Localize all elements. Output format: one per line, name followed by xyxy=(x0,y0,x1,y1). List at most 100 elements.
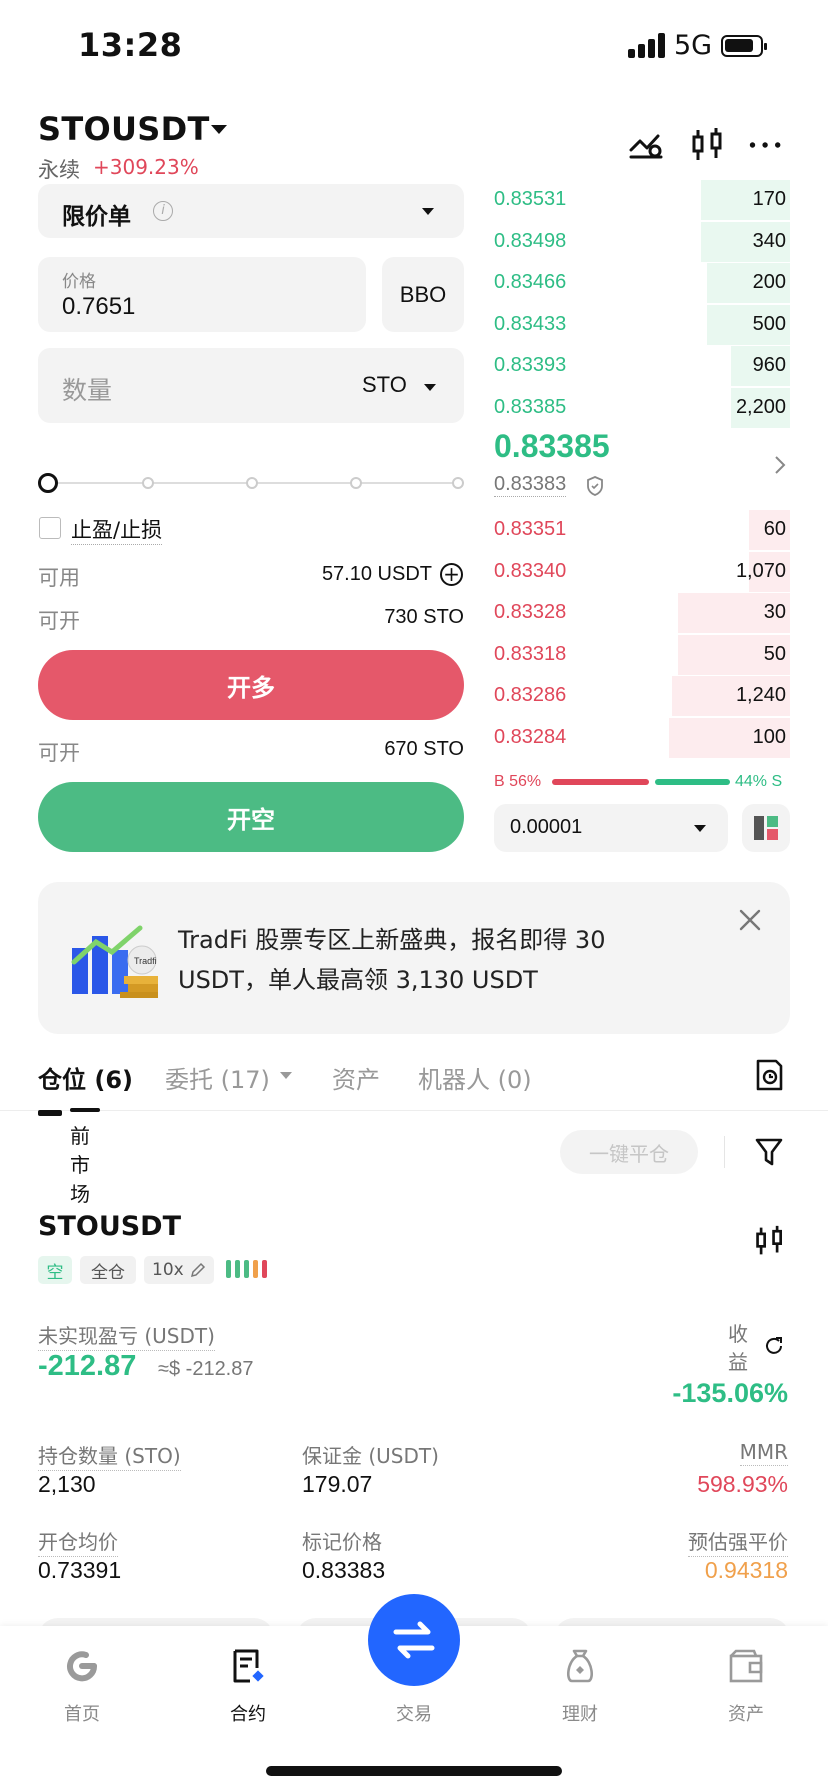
home-indicator xyxy=(266,1766,562,1776)
contract-icon[interactable] xyxy=(230,1648,266,1684)
candlestick-icon[interactable] xyxy=(690,128,726,162)
sell-ratio: 44% S xyxy=(735,773,783,790)
close-all-button[interactable]: 一键平仓 xyxy=(560,1130,698,1174)
divider xyxy=(724,1136,725,1168)
tab-bots[interactable]: 机器人 (0) xyxy=(418,1060,532,1095)
chart-trend-icon[interactable] xyxy=(628,128,664,162)
info-icon[interactable]: i xyxy=(153,201,173,221)
order-type-select[interactable]: 限价单 i xyxy=(38,184,464,238)
mmr-label[interactable]: MMR xyxy=(739,1440,788,1466)
roi-label[interactable]: 收益 xyxy=(726,1320,750,1377)
price-change: +309.23% xyxy=(93,155,199,179)
promo-banner[interactable]: Tradfi TradFi 股票专区上新盛典，报名即得 30 USDT，单人最高… xyxy=(38,882,790,1034)
tab-orders[interactable]: 委托 (17) xyxy=(165,1060,270,1095)
ask-price: 0.83531 xyxy=(494,188,567,210)
bid-quantity: 100 xyxy=(752,725,786,748)
slider-step[interactable] xyxy=(142,477,154,489)
market-filter-label[interactable]: 前市场 xyxy=(70,1122,92,1209)
bid-row[interactable]: 0.83286 1,240 xyxy=(494,676,790,716)
tpsl-label[interactable]: 止盈/止损 xyxy=(71,514,163,545)
candlestick-icon[interactable] xyxy=(754,1224,786,1258)
banner-text: TradFi 股票专区上新盛典，报名即得 30 USDT，单人最高领 3,130… xyxy=(178,926,606,994)
quantity-input[interactable]: 数量 xyxy=(62,371,112,407)
position-symbol[interactable]: STOUSDT xyxy=(38,1211,181,1242)
ask-row[interactable]: 0.83498 340 xyxy=(494,221,790,262)
buy-ratio: B 56% xyxy=(494,773,542,790)
leverage-value: 10x xyxy=(152,1260,184,1280)
quantity-field[interactable]: 数量 STO xyxy=(38,348,464,423)
home-icon[interactable] xyxy=(64,1648,100,1684)
bid-row[interactable]: 0.83340 1,070 xyxy=(494,551,790,592)
tab-positions[interactable]: 仓位 (6) xyxy=(38,1060,133,1095)
bid-quantity: 50 xyxy=(763,642,786,665)
ask-row[interactable]: 0.83393 960 xyxy=(494,346,790,386)
ask-row[interactable]: 0.83531 170 xyxy=(494,180,790,220)
caret-down-icon[interactable] xyxy=(211,125,227,134)
open-long-value: 730 STO xyxy=(384,606,464,628)
ask-row[interactable]: 0.83433 500 xyxy=(494,304,790,345)
ask-row[interactable]: 0.83385 2,200 xyxy=(494,387,790,428)
filter-icon[interactable] xyxy=(754,1136,784,1168)
ask-quantity: 2,200 xyxy=(735,395,786,418)
tpsl-checkbox[interactable] xyxy=(39,517,61,539)
status-time: 13:28 xyxy=(78,26,183,64)
position-size-label[interactable]: 持仓数量 (STO) xyxy=(38,1440,181,1471)
layout-toggle-button[interactable] xyxy=(742,804,790,852)
slider-step[interactable] xyxy=(350,477,362,489)
bid-row[interactable]: 0.83318 50 xyxy=(494,634,790,675)
signal-icon xyxy=(628,32,666,58)
unrealized-pnl-label[interactable]: 未实现盈亏 (USDT) xyxy=(38,1320,215,1351)
bid-quantity: 30 xyxy=(763,601,786,623)
precision-select[interactable]: 0.00001 xyxy=(494,804,728,852)
price-label: 价格 xyxy=(62,272,96,292)
ask-quantity: 170 xyxy=(752,188,786,210)
liq-price-label[interactable]: 预估强平价 xyxy=(688,1526,788,1557)
add-funds-icon[interactable]: + xyxy=(440,563,463,586)
close-icon[interactable] xyxy=(738,908,762,932)
slider-handle[interactable] xyxy=(38,473,58,493)
entry-price-value: 0.73391 xyxy=(38,1557,122,1583)
slider-step[interactable] xyxy=(452,477,464,489)
unrealized-pnl-value: -212.87 xyxy=(38,1350,137,1382)
liq-price-value: 0.94318 xyxy=(704,1557,788,1583)
ask-quantity: 200 xyxy=(752,271,786,293)
bbo-button[interactable]: BBO xyxy=(382,257,464,332)
trade-button[interactable] xyxy=(368,1594,460,1686)
history-icon[interactable] xyxy=(754,1058,784,1092)
entry-price-label[interactable]: 开仓均价 xyxy=(38,1526,118,1557)
shield-icon xyxy=(587,476,603,496)
ask-row[interactable]: 0.83466 200 xyxy=(494,263,790,303)
bid-row[interactable]: 0.83328 30 xyxy=(494,593,790,633)
mark-price-label: 标记价格 xyxy=(302,1530,382,1554)
filter-checkbox[interactable] xyxy=(38,1110,62,1116)
slider-step[interactable] xyxy=(246,477,258,489)
pair-title[interactable]: STOUSDT xyxy=(38,110,210,148)
bid-row[interactable]: 0.83351 60 xyxy=(494,510,790,550)
nav-wealth-label[interactable]: 理财 xyxy=(540,1700,620,1726)
open-short-label: 可开 xyxy=(38,741,80,765)
share-refresh-icon[interactable] xyxy=(764,1336,784,1356)
bid-quantity: 60 xyxy=(763,518,786,540)
ask-price: 0.83385 xyxy=(494,395,567,418)
tab-assets[interactable]: 资产 xyxy=(332,1060,380,1095)
quantity-unit[interactable]: STO xyxy=(362,372,407,398)
chevron-right-icon[interactable] xyxy=(774,455,786,475)
more-icon[interactable] xyxy=(748,128,784,162)
ask-price: 0.83433 xyxy=(494,312,567,335)
nav-contract-label[interactable]: 合约 xyxy=(208,1700,288,1726)
stock-chart-illustration-icon: Tradfi xyxy=(71,925,158,998)
nav-trade-label[interactable]: 交易 xyxy=(374,1700,454,1726)
price-field[interactable]: 价格 0.7651 xyxy=(38,257,366,332)
edit-icon[interactable] xyxy=(190,1262,206,1278)
nav-home-label[interactable]: 首页 xyxy=(42,1700,122,1726)
svg-text:Tradfi: Tradfi xyxy=(134,956,157,966)
wallet-icon[interactable] xyxy=(728,1648,764,1684)
bid-price: 0.83286 xyxy=(494,684,567,706)
open-long-button[interactable]: 开多 xyxy=(38,650,464,720)
price-input[interactable]: 0.7651 xyxy=(62,293,135,321)
open-short-button[interactable]: 开空 xyxy=(38,782,464,852)
mark-price-value: 0.83383 xyxy=(302,1557,386,1583)
bid-row[interactable]: 0.83284 100 xyxy=(494,717,790,758)
wealth-icon[interactable] xyxy=(562,1648,598,1684)
nav-assets-label[interactable]: 资产 xyxy=(706,1700,786,1726)
